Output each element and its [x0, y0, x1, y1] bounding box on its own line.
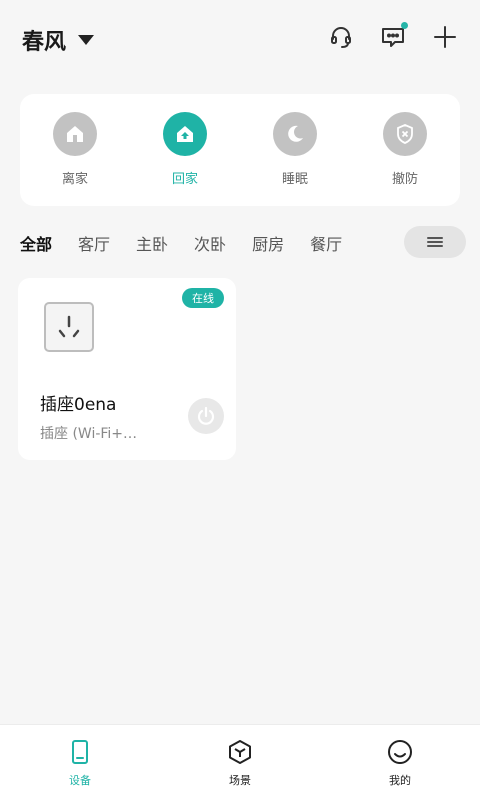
device-card[interactable]: 在线 插座0ena 插座 (Wi-Fi+… — [18, 278, 236, 460]
mode-label: 撤防 — [391, 172, 418, 187]
menu-icon — [427, 237, 443, 247]
tab-living-room[interactable]: 客厅 — [78, 231, 110, 255]
power-button[interactable] — [188, 398, 224, 434]
come-home-icon — [163, 112, 207, 156]
bottom-nav: 设备 场景 我的 — [0, 724, 480, 800]
mode-come-home[interactable]: 回家 — [145, 112, 225, 187]
tab-second-bedroom[interactable]: 次卧 — [194, 231, 226, 255]
customer-service-icon[interactable] — [328, 24, 354, 50]
power-icon — [197, 406, 215, 425]
nav-scenes[interactable]: 场景 — [190, 738, 290, 788]
nav-devices[interactable]: 设备 — [30, 738, 130, 788]
message-icon[interactable] — [380, 22, 408, 50]
device-name: 插座0ena — [40, 395, 117, 415]
nav-label: 我的 — [389, 773, 411, 787]
unread-dot — [401, 22, 408, 29]
home-selector[interactable]: 春风 — [22, 24, 95, 56]
away-home-icon — [53, 112, 97, 156]
tab-kitchen[interactable]: 厨房 — [252, 231, 284, 255]
device-icon — [72, 739, 88, 764]
scene-modes-card: 离家 回家 睡眠 撤防 — [20, 94, 460, 206]
header-actions — [328, 22, 458, 50]
caret-down-icon — [78, 35, 95, 45]
nav-profile[interactable]: 我的 — [350, 738, 450, 788]
mode-sleep[interactable]: 睡眠 — [255, 112, 335, 187]
scene-cube-icon — [229, 739, 251, 764]
status-badge: 在线 — [182, 288, 224, 308]
mode-label: 回家 — [171, 172, 198, 187]
home-name: 春风 — [22, 30, 67, 55]
moon-icon — [273, 112, 317, 156]
mode-away[interactable]: 离家 — [35, 112, 115, 187]
room-menu-button[interactable] — [404, 226, 466, 258]
smile-icon — [388, 739, 412, 764]
tab-dining-room[interactable]: 餐厅 — [310, 231, 342, 255]
tab-all[interactable]: 全部 — [20, 231, 52, 255]
disarm-shield-icon — [383, 112, 427, 156]
mode-disarm[interactable]: 撤防 — [365, 112, 445, 187]
mode-label: 睡眠 — [281, 172, 308, 187]
device-type: 插座 (Wi-Fi+… — [40, 426, 138, 442]
socket-icon — [42, 300, 96, 354]
room-tabs: 全部 客厅 主卧 次卧 厨房 餐厅 — [20, 226, 466, 260]
add-icon[interactable] — [432, 24, 458, 50]
header: 春风 — [0, 0, 480, 80]
tab-master-bedroom[interactable]: 主卧 — [136, 231, 168, 255]
mode-label: 离家 — [61, 172, 88, 187]
nav-label: 设备 — [69, 773, 91, 787]
nav-label: 场景 — [229, 773, 251, 787]
